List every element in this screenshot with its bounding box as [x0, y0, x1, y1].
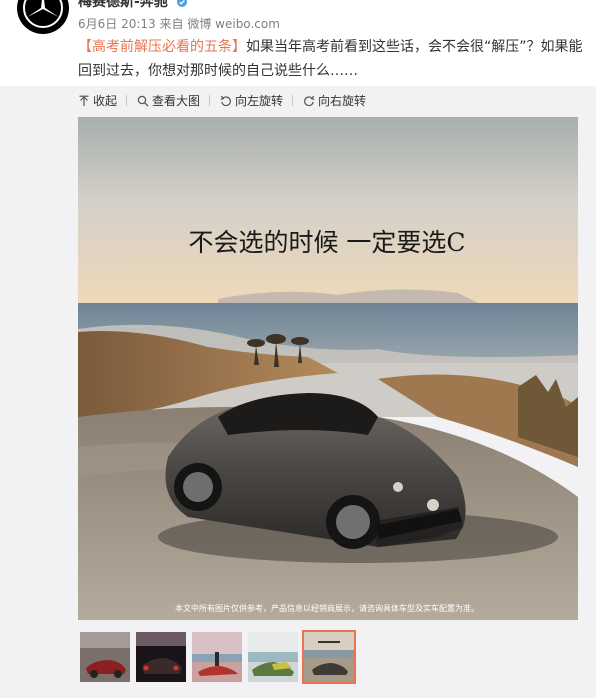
- thumbnail-image: [304, 632, 354, 682]
- thumbnail-image: [136, 632, 186, 682]
- post-tag: 【高考前解压必看的五条】: [78, 39, 246, 55]
- car-photo: 不会选的时候 一定要选C 本文中所有图片仅供参考，产品信息以经销商展示，请咨询具…: [78, 117, 578, 620]
- verified-icon: [176, 0, 187, 7]
- rotate-right-label[interactable]: 向右旋转: [318, 92, 366, 109]
- rotate-left-label[interactable]: 向左旋转: [235, 92, 283, 109]
- thumbnail-image: [248, 632, 298, 682]
- rotate-right-button[interactable]: 向右旋转: [303, 92, 366, 109]
- main-image[interactable]: 不会选的时候 一定要选C 本文中所有图片仅供参考，产品信息以经销商展示，请咨询具…: [78, 117, 578, 620]
- toolbar-divider: [292, 95, 293, 106]
- thumbnail-5[interactable]: [302, 630, 356, 684]
- thumbnail-2[interactable]: [136, 632, 186, 682]
- thumbnail-image: [80, 632, 130, 682]
- rotate-left-icon: [220, 95, 231, 106]
- mercedes-star-icon: [23, 0, 63, 28]
- image-headline: 不会选的时候 一定要选C: [188, 228, 465, 257]
- thumbnail-1[interactable]: [80, 632, 130, 682]
- post-header: 梅赛德斯-奔驰 6月6日 20:13 来自 微博 weibo.com 【高考前解…: [0, 0, 596, 86]
- collapse-label[interactable]: 收起: [93, 92, 117, 109]
- view-large-button[interactable]: 查看大图: [137, 92, 200, 109]
- username[interactable]: 梅赛德斯-奔驰: [78, 0, 187, 11]
- thumbnail-image: [192, 632, 242, 682]
- username-text[interactable]: 梅赛德斯-奔驰: [78, 0, 168, 10]
- toolbar-divider: [209, 95, 210, 106]
- collapse-arrow-icon: [79, 95, 89, 106]
- post-meta: 6月6日 20:13 来自 微博 weibo.com: [78, 15, 280, 32]
- source-link[interactable]: 微博 weibo.com: [187, 17, 280, 31]
- avatar[interactable]: [17, 0, 69, 34]
- magnifier-icon: [137, 95, 149, 106]
- toolbar-divider: [126, 95, 127, 106]
- collapse-button[interactable]: 收起: [78, 92, 117, 109]
- view-large-label[interactable]: 查看大图: [152, 92, 200, 109]
- post-date[interactable]: 6月6日 20:13: [78, 17, 156, 31]
- post-text: 【高考前解压必看的五条】如果当年高考前看到这些话，会不会很“解压”？如果能回到过…: [78, 35, 588, 83]
- thumbnail-3[interactable]: [192, 632, 242, 682]
- rotate-right-icon: [304, 95, 315, 106]
- from-label: 来自: [159, 17, 184, 31]
- media-panel: 收起 查看大图 向左旋转 向右旋转 不会选的时候 一定要选C 本文中所有图片仅供…: [0, 86, 596, 698]
- rotate-left-button[interactable]: 向左旋转: [220, 92, 283, 109]
- thumbnail-4[interactable]: [248, 632, 298, 682]
- image-disclaimer: 本文中所有图片仅供参考，产品信息以经销商展示，请咨询具体车型及实车配置为准。: [175, 603, 479, 613]
